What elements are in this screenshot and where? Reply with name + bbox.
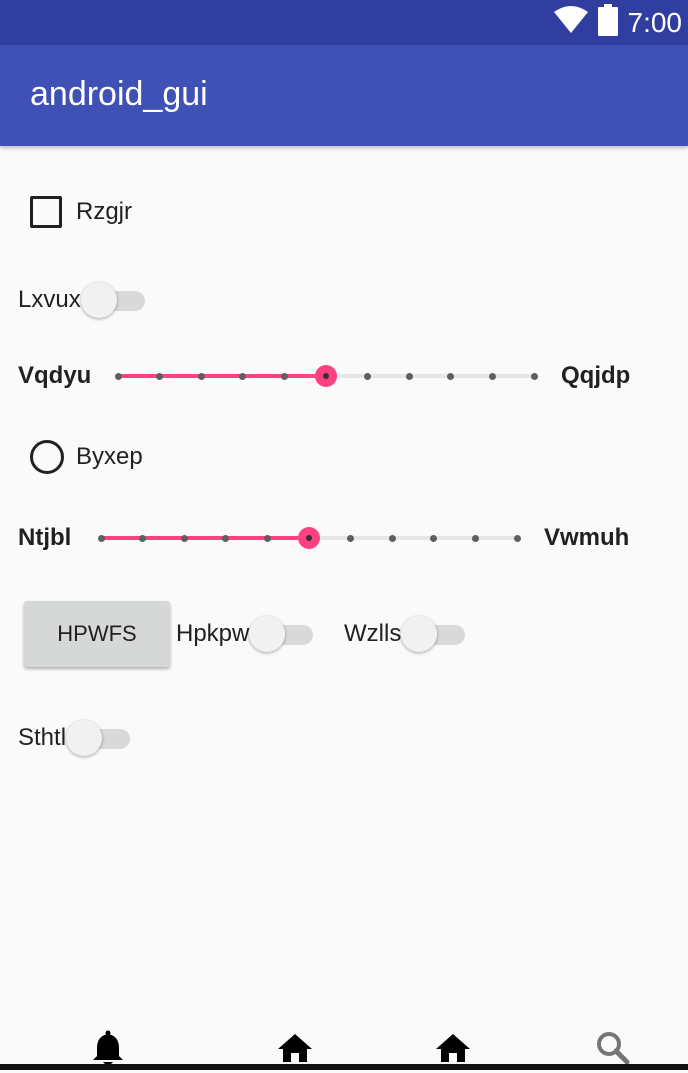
seekbar-tick <box>239 372 247 380</box>
battery-icon <box>597 4 618 41</box>
seekbar-ntjbl[interactable] <box>97 527 521 549</box>
switch-label: Wzlls <box>344 620 402 647</box>
seekbar-tick <box>114 372 122 380</box>
switch-toggle[interactable] <box>66 720 132 756</box>
seekbar-tick <box>364 372 372 380</box>
seekbar-tick <box>180 534 188 542</box>
seekbar-progress <box>101 536 309 540</box>
seekbar-thumb[interactable] <box>315 365 337 387</box>
seekbar-start-label: Ntjbl <box>18 524 72 551</box>
nav-bar-edge <box>0 1064 688 1070</box>
seekbar-start-label: Vqdyu <box>18 362 92 389</box>
switch-thumb[interactable] <box>249 616 286 652</box>
seekbar-tick <box>280 372 288 380</box>
switch-label: Lxvux <box>18 286 81 313</box>
seekbar-tick <box>488 372 496 380</box>
home-icon[interactable] <box>275 1028 315 1068</box>
switch-lxvux[interactable]: Lxvux <box>18 282 147 318</box>
seekbar-tick <box>222 534 230 542</box>
app-title: android_gui <box>30 75 208 113</box>
seekbar-progress <box>118 374 326 378</box>
app-bar: android_gui <box>0 45 688 146</box>
switch-thumb[interactable] <box>66 720 103 756</box>
radio-byxep[interactable]: Byxep <box>30 440 143 474</box>
status-time: 7:00 <box>627 6 683 38</box>
switch-sthtl[interactable]: Sthtl <box>18 720 132 756</box>
seekbar-tick <box>156 372 164 380</box>
switch-wzlls[interactable]: Wzlls <box>344 616 467 652</box>
seekbar-end-label: Vwmuh <box>544 524 630 551</box>
seekbar-tick <box>471 534 479 542</box>
switch-toggle[interactable] <box>80 282 147 318</box>
seekbar-tick <box>97 534 105 542</box>
radio-label: Byxep <box>76 443 143 470</box>
seekbar-tick <box>405 372 413 380</box>
switch-thumb[interactable] <box>401 616 438 652</box>
seekbar-tick <box>347 534 355 542</box>
switch-toggle[interactable] <box>249 616 315 652</box>
seekbar-tick <box>447 372 455 380</box>
wifi-icon <box>553 6 588 39</box>
seekbar-tick <box>139 534 147 542</box>
checkbox-label: Rzgjr <box>76 198 133 225</box>
radio-icon[interactable] <box>30 440 64 474</box>
switch-thumb[interactable] <box>80 282 117 318</box>
switch-label: Hpkpw <box>176 620 250 647</box>
status-icons: 7:00 <box>553 0 683 45</box>
checkbox-icon[interactable] <box>30 196 62 228</box>
seekbar-tick <box>388 534 396 542</box>
seekbar-tick <box>513 534 521 542</box>
search-icon[interactable] <box>593 1028 633 1068</box>
home-icon[interactable] <box>433 1028 473 1068</box>
switch-hpkpw[interactable]: Hpkpw <box>176 616 315 652</box>
status-bar: 7:00 <box>0 0 688 45</box>
seekbar-end-label: Qqjdp <box>561 362 631 389</box>
switch-label: Sthtl <box>18 724 67 751</box>
seekbar-tick <box>430 534 438 542</box>
seekbar-tick <box>530 372 538 380</box>
bottom-navigation <box>0 1010 688 1070</box>
switch-toggle[interactable] <box>401 616 467 652</box>
bell-icon[interactable] <box>88 1028 128 1068</box>
seekbar-vqdyu[interactable] <box>114 365 538 387</box>
hpwfs-button[interactable]: HPWFS <box>24 601 170 667</box>
seekbar-tick <box>197 372 205 380</box>
seekbar-thumb[interactable] <box>298 527 320 549</box>
seekbar-tick <box>263 534 271 542</box>
checkbox-rzgjr[interactable]: Rzgjr <box>30 196 132 228</box>
